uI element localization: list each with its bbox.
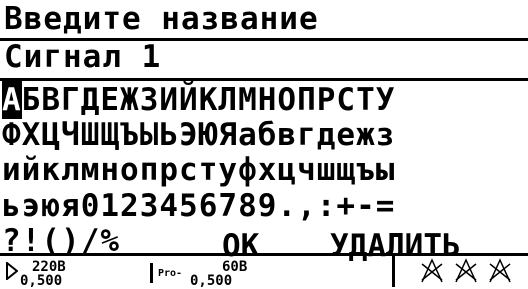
key-2-19[interactable]: ы xyxy=(376,151,396,189)
key-2-17[interactable]: щ xyxy=(336,151,356,189)
keyboard-row: ийклмнопрстуфхцчшщъы xyxy=(2,151,395,189)
key-3-1[interactable]: э xyxy=(22,187,42,225)
key-0-12[interactable]: М xyxy=(238,81,258,119)
key-1-10[interactable]: Ю xyxy=(199,116,219,154)
key-0-19[interactable]: У xyxy=(376,81,396,119)
key-2-12[interactable]: ф xyxy=(238,151,258,189)
key-2-0[interactable]: и xyxy=(2,151,22,189)
key-2-5[interactable]: н xyxy=(100,151,120,189)
status-separator xyxy=(150,263,153,283)
key-2-1[interactable]: й xyxy=(22,151,42,189)
key-0-15[interactable]: П xyxy=(297,81,317,119)
play-icon xyxy=(6,262,18,280)
key-1-1[interactable]: Х xyxy=(22,116,42,154)
key-3-8[interactable]: 4 xyxy=(159,187,179,225)
key-3-7[interactable]: 3 xyxy=(140,187,160,225)
key-1-12[interactable]: а xyxy=(238,116,258,154)
key-0-10[interactable]: К xyxy=(199,81,219,119)
keyboard-row: ФХЦЧШЩЪЫЬЭЮЯабвгдежз xyxy=(2,116,395,154)
voltage-mid: 60В xyxy=(222,259,248,275)
key-1-4[interactable]: Ш xyxy=(81,116,101,154)
key-1-0[interactable]: Ф xyxy=(2,116,22,154)
key-3-20[interactable]: - xyxy=(356,187,376,225)
key-1-3[interactable]: Ч xyxy=(61,116,81,154)
key-2-2[interactable]: к xyxy=(41,151,61,189)
key-3-13[interactable]: 9 xyxy=(258,187,278,225)
key-3-0[interactable]: ь xyxy=(2,187,22,225)
key-2-15[interactable]: ч xyxy=(297,151,317,189)
key-2-14[interactable]: ц xyxy=(277,151,297,189)
key-3-6[interactable]: 2 xyxy=(120,187,140,225)
key-0-1[interactable]: Б xyxy=(22,81,42,119)
key-0-6[interactable]: Ж xyxy=(120,81,140,119)
key-1-18[interactable]: ж xyxy=(356,116,376,154)
keyboard-row: ьэюя0123456789. , :+-= xyxy=(2,187,395,225)
key-2-4[interactable]: м xyxy=(81,151,101,189)
key-2-3[interactable]: л xyxy=(61,151,81,189)
key-2-10[interactable]: т xyxy=(199,151,219,189)
current-mid: 0,500 xyxy=(190,273,233,289)
key-0-5[interactable]: Е xyxy=(100,81,120,119)
key-1-15[interactable]: г xyxy=(297,116,317,154)
key-0-11[interactable]: Л xyxy=(218,81,238,119)
key-3-14[interactable]: . xyxy=(277,187,297,225)
key-3-19[interactable]: + xyxy=(336,187,356,225)
key-0-9[interactable]: Й xyxy=(179,81,199,119)
key-3-11[interactable]: 7 xyxy=(218,187,238,225)
key-0-18[interactable]: Т xyxy=(356,81,376,119)
key-1-11[interactable]: Я xyxy=(218,116,238,154)
key-1-16[interactable]: д xyxy=(317,116,337,154)
key-2-8[interactable]: р xyxy=(159,151,179,189)
key-2-9[interactable]: с xyxy=(179,151,199,189)
key-0-17[interactable]: С xyxy=(336,81,356,119)
key-1-2[interactable]: Ц xyxy=(41,116,61,154)
status-separator-2 xyxy=(392,255,395,287)
key-1-13[interactable]: б xyxy=(258,116,278,154)
key-0-16[interactable]: Р xyxy=(317,81,337,119)
key-0-0[interactable]: А xyxy=(2,81,22,119)
key-1-7[interactable]: Ы xyxy=(140,116,160,154)
key-3-9[interactable]: 5 xyxy=(179,187,199,225)
key-2-18[interactable]: ъ xyxy=(356,151,376,189)
name-input[interactable]: Сигнал 1 xyxy=(4,40,161,74)
key-2-6[interactable]: о xyxy=(120,151,140,189)
screen-title: Введите название xyxy=(4,1,319,37)
key-1-9[interactable]: Э xyxy=(179,116,199,154)
key-3-16[interactable]: , xyxy=(297,187,317,225)
key-3-10[interactable]: 6 xyxy=(199,187,219,225)
key-3-18[interactable]: : xyxy=(317,187,337,225)
current-left: 0,500 xyxy=(20,273,63,289)
key-0-7[interactable]: З xyxy=(140,81,160,119)
status-bar: 220В 0,500 Pro- 60В 0,500 xyxy=(0,255,528,289)
key-3-2[interactable]: ю xyxy=(41,187,61,225)
key-3-5[interactable]: 1 xyxy=(100,187,120,225)
key-2-7[interactable]: п xyxy=(140,151,160,189)
device-screen: Введите название Сигнал 1 АБВГДЕЖЗИЙКЛМН… xyxy=(0,0,528,289)
key-2-13[interactable]: х xyxy=(258,151,278,189)
key-1-19[interactable]: з xyxy=(376,116,396,154)
key-1-14[interactable]: в xyxy=(277,116,297,154)
key-3-21[interactable]: = xyxy=(376,187,396,225)
keyboard-row: АБВГДЕЖЗИЙКЛМНОПРСТУ xyxy=(2,81,395,119)
key-0-4[interactable]: Д xyxy=(81,81,101,119)
mode-prefix: Pro- xyxy=(158,268,183,279)
key-3-4[interactable]: 0 xyxy=(81,187,101,225)
key-2-11[interactable]: у xyxy=(218,151,238,189)
key-1-8[interactable]: Ь xyxy=(159,116,179,154)
key-0-3[interactable]: Г xyxy=(61,81,81,119)
voltage-left: 220В xyxy=(32,259,66,275)
key-2-16[interactable]: ш xyxy=(317,151,337,189)
key-0-13[interactable]: Н xyxy=(258,81,278,119)
key-3-3[interactable]: я xyxy=(61,187,81,225)
key-0-14[interactable]: О xyxy=(277,81,297,119)
key-0-2[interactable]: В xyxy=(41,81,61,119)
key-1-17[interactable]: е xyxy=(336,116,356,154)
key-0-8[interactable]: И xyxy=(159,81,179,119)
key-1-6[interactable]: Ъ xyxy=(120,116,140,154)
channel-icons xyxy=(421,258,511,283)
key-3-12[interactable]: 8 xyxy=(238,187,258,225)
key-1-5[interactable]: Щ xyxy=(100,116,120,154)
